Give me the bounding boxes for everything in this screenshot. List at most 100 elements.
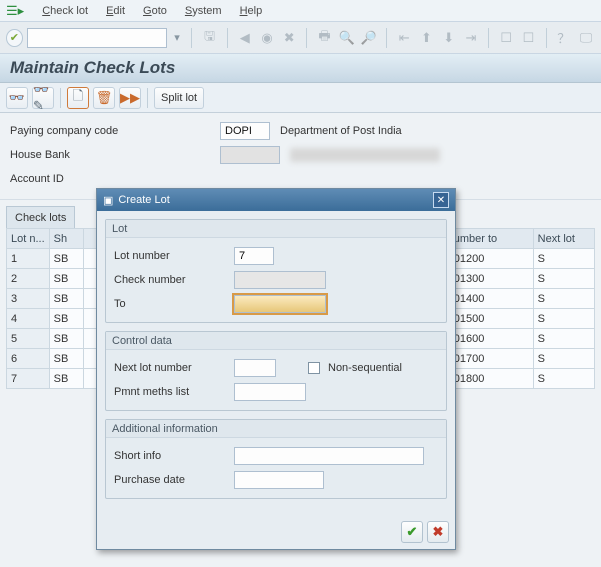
cell-to: 001200 [443,249,533,269]
command-field[interactable] [27,28,167,48]
page-toolbar: 👓 👓✎ 🗋 🗑 ▶▶ Split lot [0,83,601,113]
to-label: To [114,298,226,310]
help-icon[interactable]: ？ [555,28,573,48]
dialog-title: Create Lot [118,194,169,206]
house-bank-field[interactable] [220,146,280,164]
group-lot: Lot Lot number Check number To [105,219,447,323]
company-code-field[interactable]: DOPI [220,122,270,140]
shortcut-icon[interactable]: ☐ [519,28,537,48]
group-additional: Additional information Short info Purcha… [105,419,447,499]
house-bank-desc [290,148,440,162]
last-page-icon[interactable]: ⇥ [462,28,480,48]
dialog-titlebar[interactable]: ▣ Create Lot ✕ [97,189,455,211]
dialog-close-button[interactable]: ✕ [433,192,449,208]
dialog-ok-button[interactable]: ✔ [401,521,423,543]
cell-lot: 4 [7,309,50,329]
purchase-date-input[interactable] [234,471,324,489]
col-lot[interactable]: Lot n... [7,229,50,249]
layout-icon[interactable]: 🖵 [577,28,595,48]
cell-lot: 6 [7,349,50,369]
prev-page-icon[interactable]: ⬆ [417,28,435,48]
toolbar-separator [546,28,547,48]
new-session-icon[interactable]: ☐ [497,28,515,48]
command-dropdown-icon[interactable]: ▾ [171,31,184,44]
cell-next: S [533,309,594,329]
pmnt-methods-input[interactable] [234,383,306,401]
lot-number-label: Lot number [114,250,226,262]
short-info-input[interactable] [234,447,424,465]
cell-lot: 5 [7,329,50,349]
cell-next: S [533,289,594,309]
find-icon[interactable]: 🔍 [338,28,356,48]
lot-number-input[interactable] [234,247,274,265]
execute-button[interactable]: ▶▶ [119,87,141,109]
header-form: Paying company code DOPI Department of P… [0,113,601,200]
dialog-cancel-button[interactable]: ✖ [427,521,449,543]
cell-lot: 2 [7,269,50,289]
toolbar-separator [488,28,489,48]
split-lot-button[interactable]: Split lot [154,87,204,109]
cell-next: S [533,349,594,369]
cell-to: 001400 [443,289,533,309]
find-next-icon[interactable]: 🔎 [360,28,378,48]
back-icon[interactable]: ◀ [236,28,254,48]
save-icon[interactable]: 🖫 [200,28,218,48]
cell-to: 001600 [443,329,533,349]
group-additional-title: Additional information [106,420,446,438]
check-number-input[interactable] [234,271,326,289]
house-bank-label: House Bank [10,149,210,161]
cell-sh: SB [49,329,83,349]
toolbar-separator [191,28,192,48]
cell-to: 001300 [443,269,533,289]
command-input[interactable] [27,28,167,48]
menu-system[interactable]: System [185,5,222,17]
cell-next: S [533,249,594,269]
company-code-desc: Department of Post India [280,125,402,137]
short-info-label: Short info [114,450,226,462]
cell-sh: SB [49,249,83,269]
non-sequential-label: Non-sequential [328,362,402,374]
pmnt-methods-label: Pmnt meths list [114,386,226,398]
to-input[interactable] [234,295,326,313]
toolbar-separator [147,88,148,108]
cell-sh: SB [49,349,83,369]
cell-next: S [533,329,594,349]
cell-sh: SB [49,309,83,329]
cell-sh: SB [49,269,83,289]
toolbar-separator [60,88,61,108]
sap-menu-icon[interactable]: ☰▸ [6,4,24,17]
menu-help[interactable]: Help [240,5,263,17]
col-sh[interactable]: Sh [49,229,83,249]
cancel-icon[interactable]: ✖ [280,28,298,48]
next-lot-label: Next lot number [114,362,226,374]
print-icon[interactable]: 🖶 [315,28,333,48]
purchase-date-label: Purchase date [114,474,226,486]
next-page-icon[interactable]: ⬇ [440,28,458,48]
change-button[interactable]: 👓✎ [32,87,54,109]
col-next[interactable]: Next lot [533,229,594,249]
non-sequential-checkbox[interactable] [308,362,320,374]
cell-sh: SB [49,289,83,309]
col-num-to[interactable]: number to [443,229,533,249]
toolbar-separator [386,28,387,48]
menu-bar: ☰▸ Check lot Edit Goto System Help [0,0,601,22]
cell-to: 001500 [443,309,533,329]
delete-button[interactable]: 🗑 [93,87,115,109]
cell-to: 001800 [443,369,533,389]
menu-check-lot[interactable]: Check lot [42,5,88,17]
toolbar-separator [227,28,228,48]
cell-lot: 1 [7,249,50,269]
split-lot-label: Split lot [161,92,197,104]
exit-icon[interactable]: ◉ [258,28,276,48]
first-page-icon[interactable]: ⇤ [395,28,413,48]
cell-to: 001700 [443,349,533,369]
company-code-label: Paying company code [10,125,210,137]
menu-edit[interactable]: Edit [106,5,125,17]
create-button[interactable]: 🗋 [67,87,89,109]
next-lot-input[interactable] [234,359,276,377]
group-control-title: Control data [106,332,446,350]
enter-button[interactable]: ✔ [6,29,23,47]
display-button[interactable]: 👓 [6,87,28,109]
check-number-label: Check number [114,274,226,286]
menu-goto[interactable]: Goto [143,5,167,17]
